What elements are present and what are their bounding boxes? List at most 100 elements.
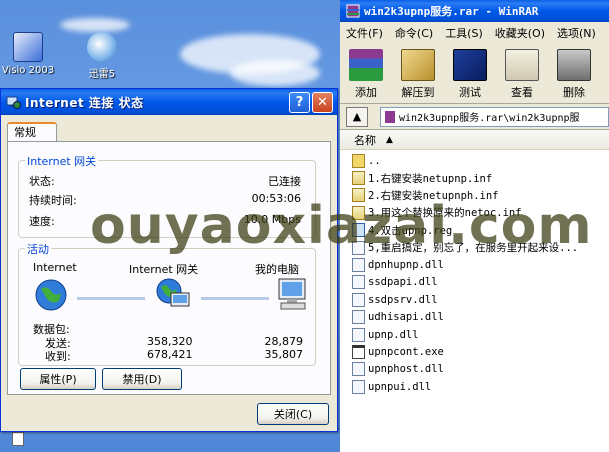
file-row[interactable]: ssdpsrv.dll (340, 291, 609, 308)
path-bar: ▲ win2k3upnp服务.rar\win2k3upnp服 (340, 104, 609, 130)
tab-general[interactable]: 常规 (7, 122, 57, 142)
file-row[interactable]: 1.右键安装netupnp.inf (340, 169, 609, 186)
help-button[interactable]: ? (289, 91, 310, 113)
duration-label: 持续时间: (29, 194, 77, 207)
file-list: .. 1.右键安装netupnp.inf 2.右键安装netupnph.inf … (340, 150, 609, 395)
path-text: win2k3upnp服务.rar\win2k3upnp服 (399, 113, 580, 124)
file-row[interactable]: udhisapi.dll (340, 309, 609, 326)
dll-file-icon (352, 327, 365, 342)
dll-file-icon (352, 379, 365, 394)
desktop-icon-label: Visio 2003 (1, 65, 55, 76)
thunder-icon (87, 32, 117, 62)
cloud (230, 60, 320, 86)
shortcut-icon[interactable] (12, 432, 24, 446)
file-name: ssdpapi.dll (368, 276, 438, 289)
toolbar: 添加 解压到 测试 查看 删除 (340, 44, 609, 104)
gateway-group-title: Internet 网关 (25, 153, 99, 169)
delete-icon (557, 49, 591, 81)
extract-label: 解压到 (401, 86, 435, 99)
activity-group: 活动 Internet Internet 网关 我的电脑 数据包: 发送: 35… (18, 241, 316, 366)
file-row[interactable]: upnphost.dll (340, 361, 609, 378)
status-label: 状态: (29, 175, 55, 188)
activity-group-title: 活动 (25, 241, 51, 257)
add-archive-icon (349, 49, 383, 81)
dialog-titlebar[interactable]: Internet 连接 状态 ? ✕ (1, 89, 337, 115)
file-row[interactable]: dpnhupnp.dll (340, 256, 609, 273)
speed-label: 速度: (29, 215, 55, 228)
menu-file[interactable]: 文件(F) (346, 25, 383, 41)
winrar-icon (346, 4, 360, 18)
view-button[interactable]: 查看 (496, 44, 548, 103)
column-name-label: 名称 (354, 133, 376, 147)
file-name: ssdpsrv.dll (368, 293, 438, 306)
file-name: dpnhupnp.dll (368, 259, 444, 272)
desktop-icon-thunder[interactable]: 迅雷5 (70, 32, 134, 80)
node-internet-label: Internet (33, 261, 77, 274)
properties-button[interactable]: 属性(P) (20, 368, 96, 390)
add-label: 添加 (355, 86, 377, 99)
exe-file-icon (352, 344, 365, 359)
sent-gateway-value: 358,320 (147, 335, 193, 348)
up-arrow-icon: ▲ (352, 110, 362, 123)
menu-favorites[interactable]: 收藏夹(O) (495, 25, 545, 41)
extract-icon (401, 49, 435, 81)
network-icon (6, 96, 21, 109)
file-row[interactable]: ssdpapi.dll (340, 274, 609, 291)
tab-panel: Internet 网关 状态: 已连接 持续时间: 00:53:06 速度: 1… (7, 141, 331, 395)
view-label: 查看 (511, 86, 533, 99)
dll-file-icon (352, 292, 365, 307)
dll-file-icon (352, 275, 365, 290)
test-icon (453, 49, 487, 81)
sent-computer-value: 28,879 (264, 335, 304, 348)
menu-tools[interactable]: 工具(S) (445, 25, 483, 41)
file-row[interactable]: upnpui.dll (340, 378, 609, 395)
desktop-icon-visio[interactable]: Visio 2003 (0, 32, 60, 76)
watermark: ouyaoxiazai.com (90, 196, 593, 256)
archive-icon (385, 110, 395, 123)
inf-file-icon (352, 171, 365, 186)
file-name: udhisapi.dll (368, 311, 444, 324)
column-header-name[interactable]: 名称 ▲ (340, 130, 609, 150)
menu-commands[interactable]: 命令(C) (395, 25, 433, 41)
test-label: 测试 (459, 86, 481, 99)
file-row[interactable]: upnpcont.exe (340, 343, 609, 360)
file-name: upnpcont.exe (368, 345, 444, 358)
add-button[interactable]: 添加 (340, 44, 392, 103)
up-folder-button[interactable]: ▲ (346, 106, 368, 127)
view-icon (505, 49, 539, 81)
file-name: upnp.dll (368, 328, 419, 341)
file-row[interactable]: upnp.dll (340, 326, 609, 343)
winrar-title: win2k3upnp服务.rar - WinRAR (364, 5, 539, 18)
received-gateway-value: 678,421 (147, 348, 193, 361)
visio-icon (13, 32, 43, 62)
disable-button[interactable]: 禁用(D) (102, 368, 182, 390)
path-field[interactable]: win2k3upnp服务.rar\win2k3upnp服 (380, 106, 609, 127)
close-button[interactable]: 关闭(C) (257, 403, 329, 425)
file-name: .. (368, 154, 381, 167)
dll-file-icon (352, 362, 365, 377)
dll-file-icon (352, 258, 365, 273)
menu-options[interactable]: 选项(N) (557, 25, 596, 41)
file-name: upnphost.dll (368, 363, 444, 376)
winrar-titlebar[interactable]: win2k3upnp服务.rar - WinRAR (340, 0, 609, 22)
file-name: 1.右键安装netupnp.inf (368, 172, 493, 185)
dialog-title: Internet 连接 状态 (25, 95, 144, 110)
dll-file-icon (352, 310, 365, 325)
gateway-icon (156, 278, 190, 307)
computer-icon (278, 278, 306, 310)
link-line (201, 297, 269, 300)
file-row[interactable]: .. (340, 152, 609, 169)
connection-status-dialog: Internet 连接 状态 ? ✕ 常规 Internet 网关 状态: 已连… (0, 88, 338, 432)
received-label: 收到: (45, 350, 71, 363)
cloud (60, 18, 130, 32)
delete-button[interactable]: 删除 (548, 44, 600, 103)
received-computer-value: 35,807 (264, 348, 304, 361)
extract-button[interactable]: 解压到 (392, 44, 444, 103)
file-name: upnpui.dll (368, 380, 432, 393)
link-line (77, 297, 145, 300)
desktop-icon-label: 迅雷5 (88, 69, 116, 80)
close-window-button[interactable]: ✕ (312, 91, 333, 113)
delete-label: 删除 (563, 86, 585, 99)
sort-arrow-icon: ▲ (386, 134, 393, 145)
test-button[interactable]: 测试 (444, 44, 496, 103)
